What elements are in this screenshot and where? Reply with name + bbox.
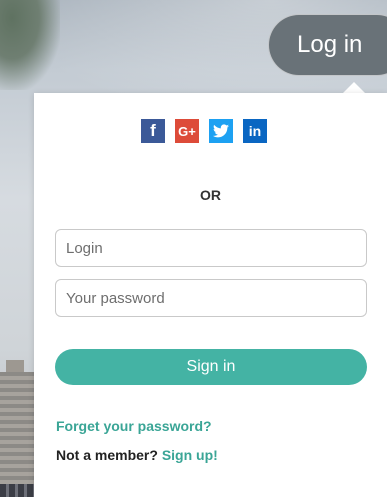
popup-arrow bbox=[343, 82, 365, 93]
signup-prompt: Not a member? Sign up! bbox=[56, 447, 218, 463]
login-input[interactable] bbox=[55, 229, 367, 267]
background-building-left bbox=[0, 372, 34, 497]
twitter-login-button[interactable] bbox=[209, 119, 233, 143]
sign-in-button[interactable]: Sign in bbox=[55, 349, 367, 385]
forgot-password-link[interactable]: Forget your password? bbox=[56, 418, 212, 434]
member-prompt-text: Not a member? bbox=[56, 447, 158, 463]
login-toggle-label: Log in bbox=[297, 31, 363, 58]
login-toggle-button[interactable]: Log in bbox=[268, 14, 387, 76]
linkedin-icon: in bbox=[248, 123, 262, 139]
or-divider-label: OR bbox=[200, 187, 221, 203]
login-popup: f G+ in OR Sign in Forget your password?… bbox=[34, 93, 387, 497]
page-background: Log in f G+ in OR Sign in Forget your pa… bbox=[0, 0, 387, 497]
social-login-row: f G+ in bbox=[141, 119, 267, 143]
sign-up-link[interactable]: Sign up! bbox=[162, 447, 218, 463]
google-plus-icon: G+ bbox=[178, 123, 196, 139]
twitter-icon bbox=[213, 124, 229, 138]
facebook-icon: f bbox=[150, 121, 156, 140]
background-tree bbox=[0, 0, 60, 90]
linkedin-login-button[interactable]: in bbox=[243, 119, 267, 143]
facebook-login-button[interactable]: f bbox=[141, 119, 165, 143]
google-plus-login-button[interactable]: G+ bbox=[175, 119, 199, 143]
password-input[interactable] bbox=[55, 279, 367, 317]
